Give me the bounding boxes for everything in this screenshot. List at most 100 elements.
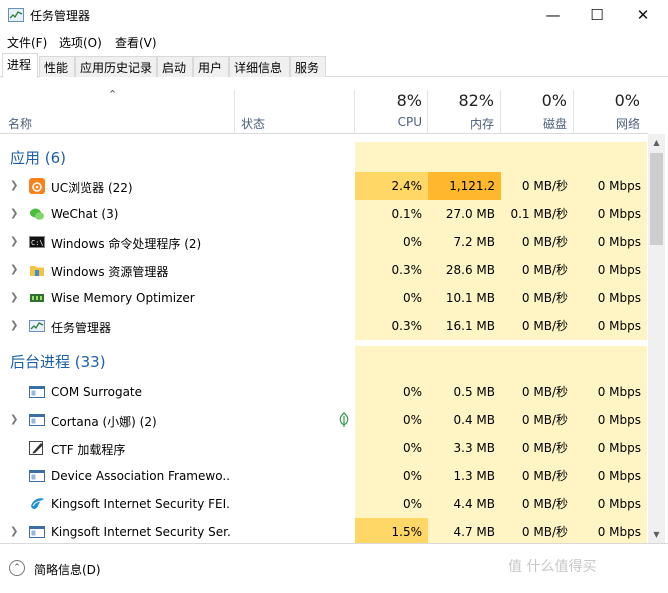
disk-value: 0.1 MB/秒 — [501, 200, 574, 228]
column-disk[interactable]: 0% 磁盘 — [501, 88, 567, 132]
group-cell — [574, 142, 647, 172]
expand-chevron-icon[interactable]: ❯ — [10, 320, 18, 331]
disk-value: 0 MB/秒 — [501, 518, 574, 543]
column-memory[interactable]: 82% 内存 — [428, 88, 494, 132]
memory-value: 1.3 MB — [428, 462, 501, 490]
expand-chevron-icon[interactable]: ❯ — [10, 292, 18, 303]
memory-value: 4.7 MB — [428, 518, 501, 543]
column-name[interactable]: 名称 — [8, 115, 32, 132]
group-cell — [501, 346, 574, 380]
table-row[interactable]: ❯ Kingsoft Internet Security Ser... 1.5%… — [0, 518, 648, 543]
table-row[interactable]: ❯ C:\ Windows 命令处理程序 (2) 0% 7.2 MB 0 MB/… — [0, 228, 648, 256]
tab-performance[interactable]: 性能 — [39, 56, 75, 77]
column-status[interactable]: 状态 — [241, 115, 265, 132]
disk-value: 0 MB/秒 — [501, 284, 574, 312]
close-button[interactable]: ✕ — [620, 0, 666, 30]
memory-value: 1,121.2 — [428, 172, 501, 200]
disk-value: 0 MB/秒 — [501, 462, 574, 490]
group-cell — [428, 346, 501, 380]
scrollbar-thumb[interactable] — [650, 153, 663, 245]
column-divider[interactable] — [234, 90, 235, 134]
cmd-icon: C:\ — [29, 236, 45, 248]
memory-value: 0.5 MB — [428, 378, 501, 406]
network-value: 0 Mbps — [574, 200, 647, 228]
process-name: Kingsoft Internet Security Ser... — [51, 525, 231, 539]
title-bar[interactable]: 任务管理器 — ☐ ✕ — [0, 0, 668, 30]
maximize-button[interactable]: ☐ — [574, 0, 620, 30]
column-network[interactable]: 0% 网络 — [574, 88, 640, 132]
tab-users[interactable]: 用户 — [193, 56, 229, 77]
group-header-background[interactable]: 后台进程 (33) — [0, 346, 648, 380]
disk-column-label: 磁盘 — [542, 117, 567, 131]
table-row[interactable]: Device Association Framewo... 0% 1.3 MB … — [0, 462, 648, 490]
tab-startup[interactable]: 启动 — [157, 56, 193, 77]
fewer-details-button[interactable]: 简略信息(D) — [34, 561, 101, 578]
task-manager-window: 任务管理器 — ☐ ✕ 文件(F) 选项(O) 查看(V) 进程 性能 应用历史… — [0, 0, 668, 593]
group-header-apps[interactable]: 应用 (6) — [0, 142, 648, 172]
table-row[interactable]: COM Surrogate 0% 0.5 MB 0 MB/秒 0 Mbps — [0, 378, 648, 406]
disk-value: 0 MB/秒 — [501, 312, 574, 340]
table-row[interactable]: ❯ 任务管理器 0.3% 16.1 MB 0 MB/秒 0 Mbps — [0, 312, 648, 340]
disk-total-percent: 0% — [541, 91, 567, 110]
expand-chevron-icon[interactable]: ❯ — [10, 526, 18, 537]
column-cpu[interactable]: 8% CPU — [355, 88, 422, 129]
expand-chevron-icon[interactable]: ❯ — [10, 264, 18, 275]
group-cell — [355, 346, 428, 380]
memory-value: 4.4 MB — [428, 490, 501, 518]
watermark: 值 什么值得买 — [508, 559, 597, 575]
process-name: CTF 加载程序 — [51, 443, 126, 457]
group-title: 应用 (6) — [10, 149, 67, 167]
disk-value: 0 MB/秒 — [501, 434, 574, 462]
cpu-value: 0% — [355, 378, 428, 406]
memory-value: 0.4 MB — [428, 406, 501, 434]
vertical-scrollbar[interactable]: ▲ ▼ — [648, 134, 665, 543]
table-row[interactable]: ❯ WeChat (3) 0.1% 27.0 MB 0.1 MB/秒 0 Mbp… — [0, 200, 648, 228]
cpu-value: 0% — [355, 462, 428, 490]
cpu-value: 0% — [355, 406, 428, 434]
table-row[interactable]: ❯ Wise Memory Optimizer 0% 10.1 MB 0 MB/… — [0, 284, 648, 312]
network-value: 0 Mbps — [574, 518, 647, 543]
process-list[interactable]: 应用 (6) ❯ UC浏览器 (22) 2.4% 1,121.2 0 MB/秒 … — [0, 134, 648, 543]
table-row[interactable]: ❯ UC浏览器 (22) 2.4% 1,121.2 0 MB/秒 0 Mbps — [0, 172, 648, 200]
cpu-value: 0.1% — [355, 200, 428, 228]
network-value: 0 Mbps — [574, 490, 647, 518]
process-name: 任务管理器 — [51, 321, 112, 335]
expand-chevron-icon[interactable]: ❯ — [10, 236, 18, 247]
memory-value: 28.6 MB — [428, 256, 501, 284]
process-name: WeChat (3) — [51, 207, 119, 221]
process-name: Wise Memory Optimizer — [51, 291, 195, 305]
memory-total-percent: 82% — [458, 91, 494, 110]
network-column-label: 网络 — [615, 117, 640, 131]
table-row[interactable]: CTF 加载程序 0% 3.3 MB 0 MB/秒 0 Mbps — [0, 434, 648, 462]
uc-browser-icon — [29, 178, 45, 194]
memory-optimizer-icon — [30, 294, 44, 302]
menu-options[interactable]: 选项(O) — [59, 34, 102, 51]
tab-details[interactable]: 详细信息 — [229, 56, 290, 77]
minimize-button[interactable]: — — [530, 0, 576, 30]
task-manager-icon — [29, 320, 45, 332]
explorer-icon — [30, 266, 44, 276]
cpu-total-percent: 8% — [396, 91, 422, 110]
tab-processes[interactable]: 进程 — [2, 53, 38, 78]
table-row[interactable]: ❯ Windows 资源管理器 0.3% 28.6 MB 0 MB/秒 0 Mb… — [0, 256, 648, 284]
tab-app-history[interactable]: 应用历史记录 — [75, 56, 157, 77]
scroll-up-arrow-icon[interactable]: ▲ — [648, 134, 665, 151]
memory-value: 27.0 MB — [428, 200, 501, 228]
expand-chevron-icon[interactable]: ❯ — [10, 208, 18, 219]
menu-file[interactable]: 文件(F) — [7, 34, 47, 51]
menu-view[interactable]: 查看(V) — [115, 34, 157, 51]
memory-value: 7.2 MB — [428, 228, 501, 256]
window-app-icon — [29, 386, 45, 398]
memory-value: 16.1 MB — [428, 312, 501, 340]
task-manager-app-icon — [8, 8, 24, 22]
table-row[interactable]: ❯ Cortana (小娜) (2) 0% 0.4 MB 0 MB/秒 0 Mb… — [0, 406, 648, 434]
table-row[interactable]: Kingsoft Internet Security FEI... 0% 4.4… — [0, 490, 648, 518]
cpu-value: 0% — [355, 228, 428, 256]
scroll-down-arrow-icon[interactable]: ▼ — [648, 526, 665, 543]
expand-chevron-icon[interactable]: ❯ — [10, 414, 18, 425]
kingsoft-icon — [31, 498, 44, 509]
collapse-up-icon[interactable]: ⌃ — [9, 560, 25, 576]
process-name: UC浏览器 (22) — [51, 181, 133, 195]
tab-services[interactable]: 服务 — [290, 56, 326, 77]
expand-chevron-icon[interactable]: ❯ — [10, 180, 18, 191]
